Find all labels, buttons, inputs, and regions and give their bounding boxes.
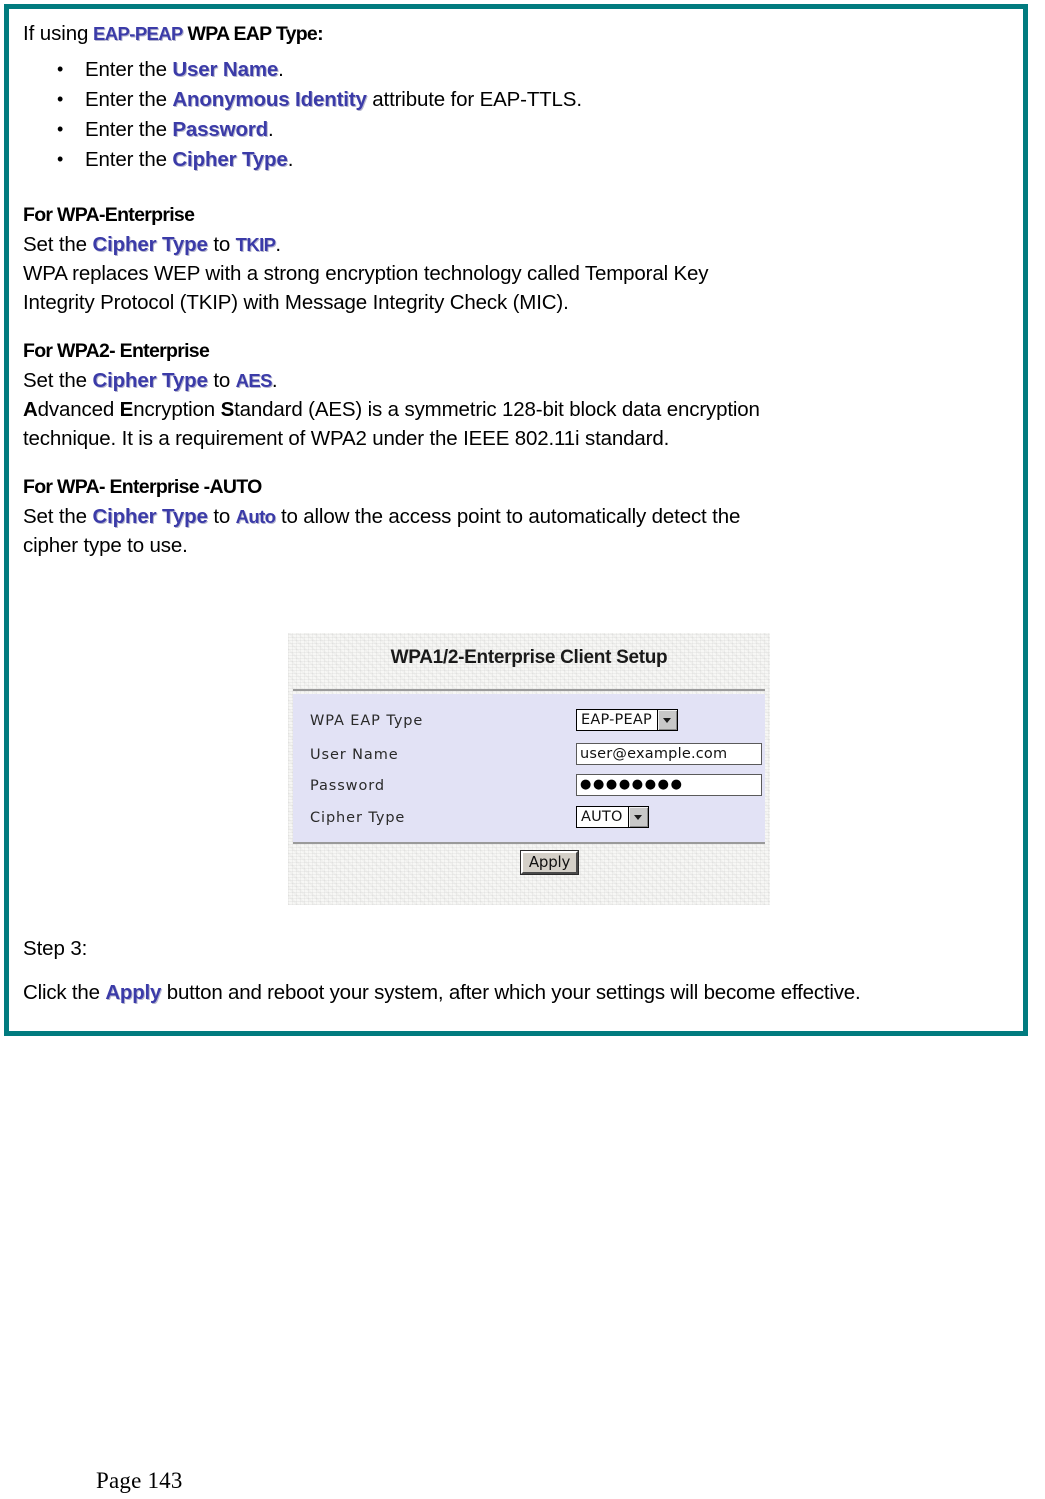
page-number: Page 143	[96, 1468, 183, 1493]
wpa-eap-type-value: EAP-PEAP	[581, 712, 652, 728]
set-term: Cipher Type	[92, 505, 208, 528]
set-value: TKIP	[235, 234, 276, 255]
form-row: User Name user@example.com	[293, 742, 765, 773]
aes-word-a: dvanced	[37, 398, 120, 421]
user-name-input[interactable]: user@example.com	[576, 743, 762, 765]
aes-word-s: tandard (AES) is a symmetric 128-bit blo…	[234, 398, 760, 421]
set-term: Cipher Type	[92, 369, 208, 392]
aes-initial-s: S	[220, 398, 235, 421]
set-prefix: Set the	[23, 233, 87, 256]
settings-form: WPA EAP Type EAP-PEAP User Name user@exa…	[293, 694, 765, 844]
chevron-down-icon[interactable]	[627, 807, 648, 827]
wpa-eap-type-label: WPA EAP Type	[310, 713, 424, 729]
section-body-line-2-auto: cipher type to use.	[23, 534, 188, 557]
password-control: ●●●●●●●●	[576, 774, 762, 796]
step-body: Click the Apply button and reboot your s…	[23, 978, 958, 1008]
section-body-line-1-wpa: WPA replaces WEP with a strong encryptio…	[23, 262, 709, 285]
section-body-line-1-wpa2: Advanced Encryption Standard (AES) is a …	[23, 395, 1009, 424]
step-label: Step 3:	[23, 937, 88, 960]
set-suffix: .	[271, 369, 278, 392]
user-name-control: user@example.com	[576, 743, 762, 765]
set-prefix: Set the	[23, 505, 87, 528]
set-to: to	[213, 369, 231, 392]
password-label: Password	[310, 778, 385, 794]
bullet-term: Password	[172, 118, 269, 141]
aes-initial-e: E	[119, 398, 134, 421]
section-set-line-auto: Set the Cipher Type to Auto to allow the…	[23, 502, 1009, 531]
section-set-line-wpa: Set the Cipher Type to TKIP.	[23, 230, 1009, 259]
bullet-suffix: .	[278, 58, 284, 81]
bullet-suffix: .	[287, 148, 294, 171]
list-item: Enter the Password.	[57, 114, 1009, 145]
set-to: to	[213, 233, 231, 256]
set-to: to	[213, 505, 231, 528]
content-box: If using EAP-PEAP WPA EAP Type: Enter th…	[4, 4, 1028, 1036]
password-input[interactable]: ●●●●●●●●	[576, 774, 762, 796]
wpa-client-setup-panel: WPA1/2-Enterprise Client Setup WPA EAP T…	[288, 633, 770, 905]
cipher-type-control: AUTO	[576, 806, 649, 828]
section-body-line-2-wpa: Integrity Protocol (TKIP) with Message I…	[23, 291, 569, 314]
intro-eap-type: EAP-PEAP	[93, 23, 183, 44]
intro-heading: If using EAP-PEAP WPA EAP Type:	[23, 19, 1009, 49]
form-row: Password ●●●●●●●●	[293, 773, 765, 804]
section-heading-wpa-enterprise: For WPA-Enterprise	[23, 204, 195, 226]
form-row: Cipher Type AUTO	[293, 805, 765, 836]
bullet-suffix: .	[268, 118, 274, 141]
bullet-prefix: Enter the	[85, 88, 167, 111]
router-screenshot-figure: WPA1/2-Enterprise Client Setup WPA EAP T…	[288, 633, 770, 905]
aes-initial-a: A	[23, 398, 38, 421]
set-prefix: Set the	[23, 369, 87, 392]
intro-lead: If using	[23, 22, 89, 45]
set-value: AES	[235, 370, 273, 391]
bullet-term: Anonymous Identity	[172, 88, 367, 111]
step-body-term: Apply	[105, 981, 162, 1004]
section-set-line-wpa2: Set the Cipher Type to AES.	[23, 366, 1009, 395]
panel-divider	[293, 689, 765, 691]
chevron-down-icon[interactable]	[656, 710, 677, 730]
step-3-block: Step 3: Click the Apply button and reboo…	[23, 934, 1009, 1008]
cipher-type-select[interactable]: AUTO	[576, 806, 649, 828]
wpa-eap-type-control: EAP-PEAP	[576, 709, 678, 731]
panel-title: WPA1/2-Enterprise Client Setup	[390, 647, 668, 668]
section-heading-wpa2-enterprise: For WPA2- Enterprise	[23, 340, 210, 362]
cipher-type-label: Cipher Type	[310, 810, 406, 826]
bullet-prefix: Enter the	[85, 118, 167, 141]
list-item: Enter the Cipher Type.	[57, 144, 1009, 175]
bullet-prefix: Enter the	[85, 58, 167, 81]
wpa-eap-type-select[interactable]: EAP-PEAP	[576, 709, 678, 731]
set-suffix: to allow the access point to automatical…	[280, 505, 741, 528]
cipher-type-value: AUTO	[581, 809, 623, 825]
user-name-label: User Name	[310, 747, 399, 763]
list-item: Enter the User Name.	[57, 54, 1009, 85]
form-row: WPA EAP Type EAP-PEAP	[293, 708, 765, 739]
bullet-suffix: attribute for EAP-TTLS.	[372, 88, 582, 111]
list-item: Enter the Anonymous Identity attribute f…	[57, 84, 1009, 115]
set-value: Auto	[235, 506, 276, 527]
apply-button[interactable]: Apply	[521, 851, 578, 874]
aes-word-e: ncryption	[133, 398, 221, 421]
bullet-prefix: Enter the	[85, 148, 167, 171]
intro-lead-tail: WPA EAP Type:	[187, 23, 324, 45]
step-body-prefix: Click the	[23, 981, 100, 1004]
intro-bullet-list: Enter the User Name. Enter the Anonymous…	[23, 54, 1009, 175]
set-term: Cipher Type	[92, 233, 208, 256]
bullet-term: User Name	[172, 58, 279, 81]
bullet-term: Cipher Type	[172, 148, 288, 171]
set-suffix: .	[275, 233, 281, 256]
step-body-suffix: button and reboot your system, after whi…	[166, 981, 861, 1004]
section-body-line-2-wpa2: technique. It is a requirement of WPA2 u…	[23, 427, 670, 450]
section-heading-wpa-auto: For WPA- Enterprise -AUTO	[23, 476, 262, 498]
